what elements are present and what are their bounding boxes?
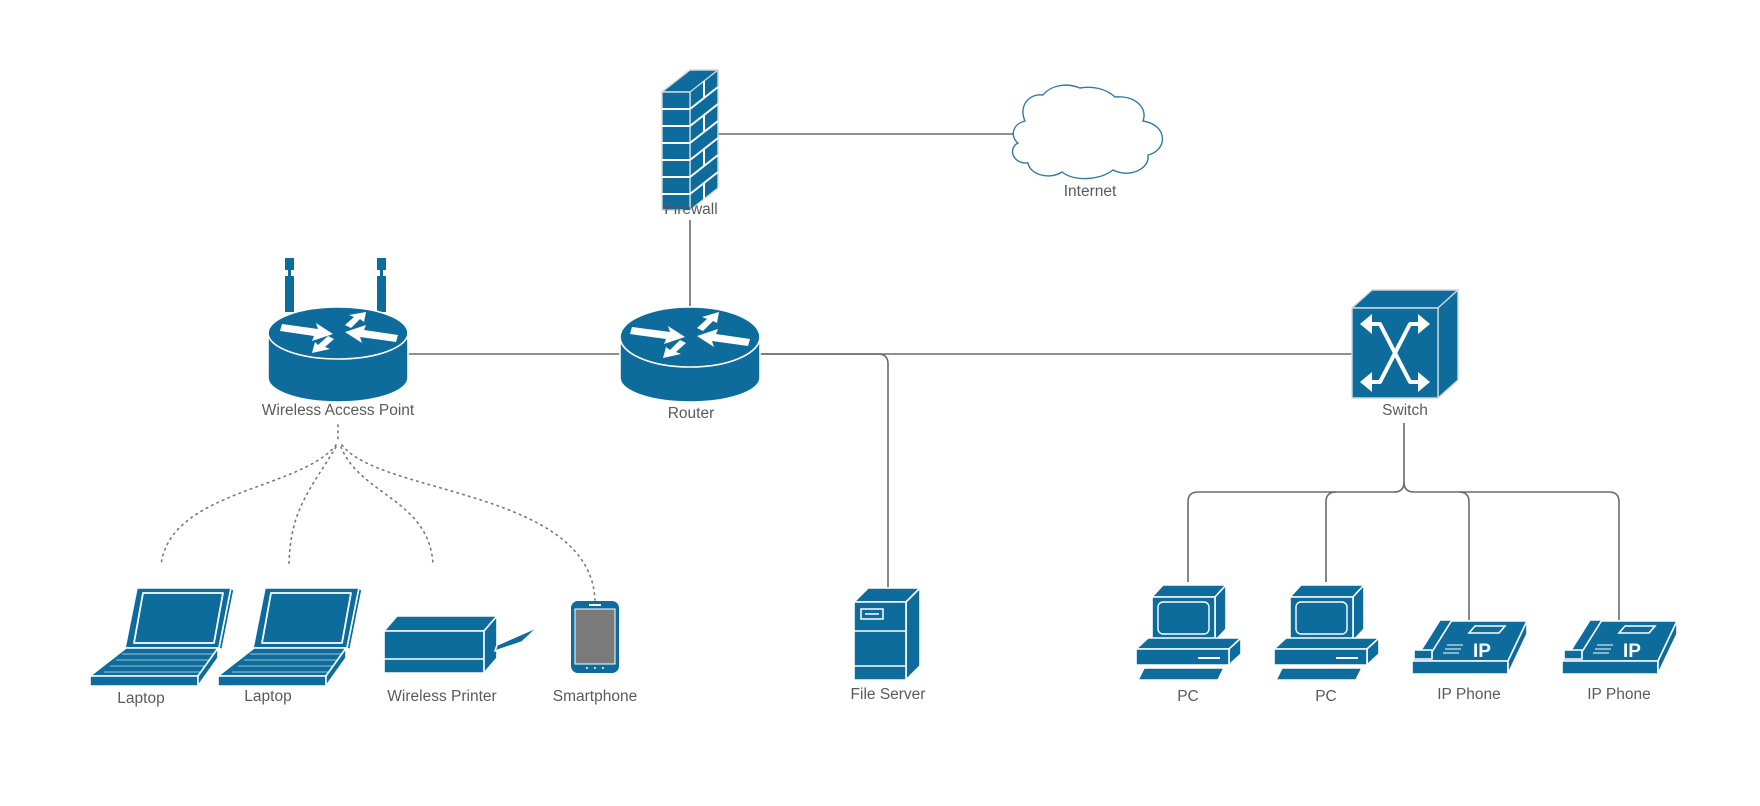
file-server-label: File Server <box>851 686 926 703</box>
link-switch-pc2 <box>1325 491 1337 582</box>
switch-icon <box>1351 289 1459 399</box>
link-switch-ipphone1 <box>1403 481 1470 620</box>
laptop-icon <box>217 587 363 687</box>
link-switch-pc1 <box>1187 423 1405 582</box>
ip-phone-icon: IP <box>1411 619 1528 675</box>
firewall-icon <box>661 69 719 211</box>
link-switch-ipphone2 <box>1459 491 1620 620</box>
router-icon <box>619 306 761 403</box>
laptop-node-1[interactable]: Laptop <box>89 587 235 707</box>
router-label: Router <box>668 405 715 422</box>
switch-label: Switch <box>1382 402 1428 419</box>
switch-node[interactable]: Switch <box>1351 289 1459 419</box>
printer-icon <box>383 615 539 674</box>
pc-node-2[interactable]: PC <box>1273 584 1380 705</box>
wifi-link-laptop1 <box>160 444 337 566</box>
router-node[interactable]: Router <box>619 306 761 422</box>
pc-2-label: PC <box>1315 688 1337 705</box>
pc-icon <box>1135 584 1242 681</box>
laptop-icon <box>89 587 235 687</box>
server-icon <box>853 587 921 681</box>
printer-label: Wireless Printer <box>387 688 496 705</box>
laptop-node-2[interactable]: Laptop <box>217 587 363 705</box>
firewall-node[interactable]: Firewall <box>661 69 719 218</box>
smartphone-label: Smartphone <box>553 688 637 705</box>
ip-phone-2-label: IP Phone <box>1587 686 1651 703</box>
ip-badge-1: IP <box>1473 641 1491 662</box>
ip-phone-icon: IP <box>1561 619 1678 675</box>
pc-icon <box>1273 584 1380 681</box>
cloud-icon <box>1011 84 1164 180</box>
wifi-link-laptop2 <box>288 446 337 566</box>
firewall-label: Firewall <box>664 201 717 218</box>
printer-node[interactable]: Wireless Printer <box>383 615 539 705</box>
pc-1-label: PC <box>1177 688 1199 705</box>
ip-badge-2: IP <box>1623 641 1641 662</box>
pc-node-1[interactable]: PC <box>1135 584 1242 705</box>
wireless-router-icon <box>267 258 409 403</box>
link-router-fileserver <box>760 353 889 588</box>
ip-phone-node-2[interactable]: IP IP Phone <box>1561 619 1678 703</box>
wifi-link-printer <box>340 446 434 566</box>
internet-node[interactable]: Internet <box>1011 84 1164 200</box>
file-server-node[interactable]: File Server <box>851 587 926 703</box>
smartphone-node[interactable]: Smartphone <box>553 601 637 705</box>
internet-label: Internet <box>1064 183 1117 200</box>
network-diagram: Firewall Internet Wireless Access Point <box>89 69 1678 707</box>
smartphone-icon <box>571 601 619 673</box>
ip-phone-1-label: IP Phone <box>1437 686 1501 703</box>
wap-label: Wireless Access Point <box>262 402 415 419</box>
laptop-2-label: Laptop <box>244 688 291 705</box>
wap-node[interactable]: Wireless Access Point <box>262 258 415 419</box>
laptop-1-label: Laptop <box>117 690 164 707</box>
wifi-link-smartphone <box>341 444 596 601</box>
ip-phone-node-1[interactable]: IP IP Phone <box>1411 619 1528 703</box>
